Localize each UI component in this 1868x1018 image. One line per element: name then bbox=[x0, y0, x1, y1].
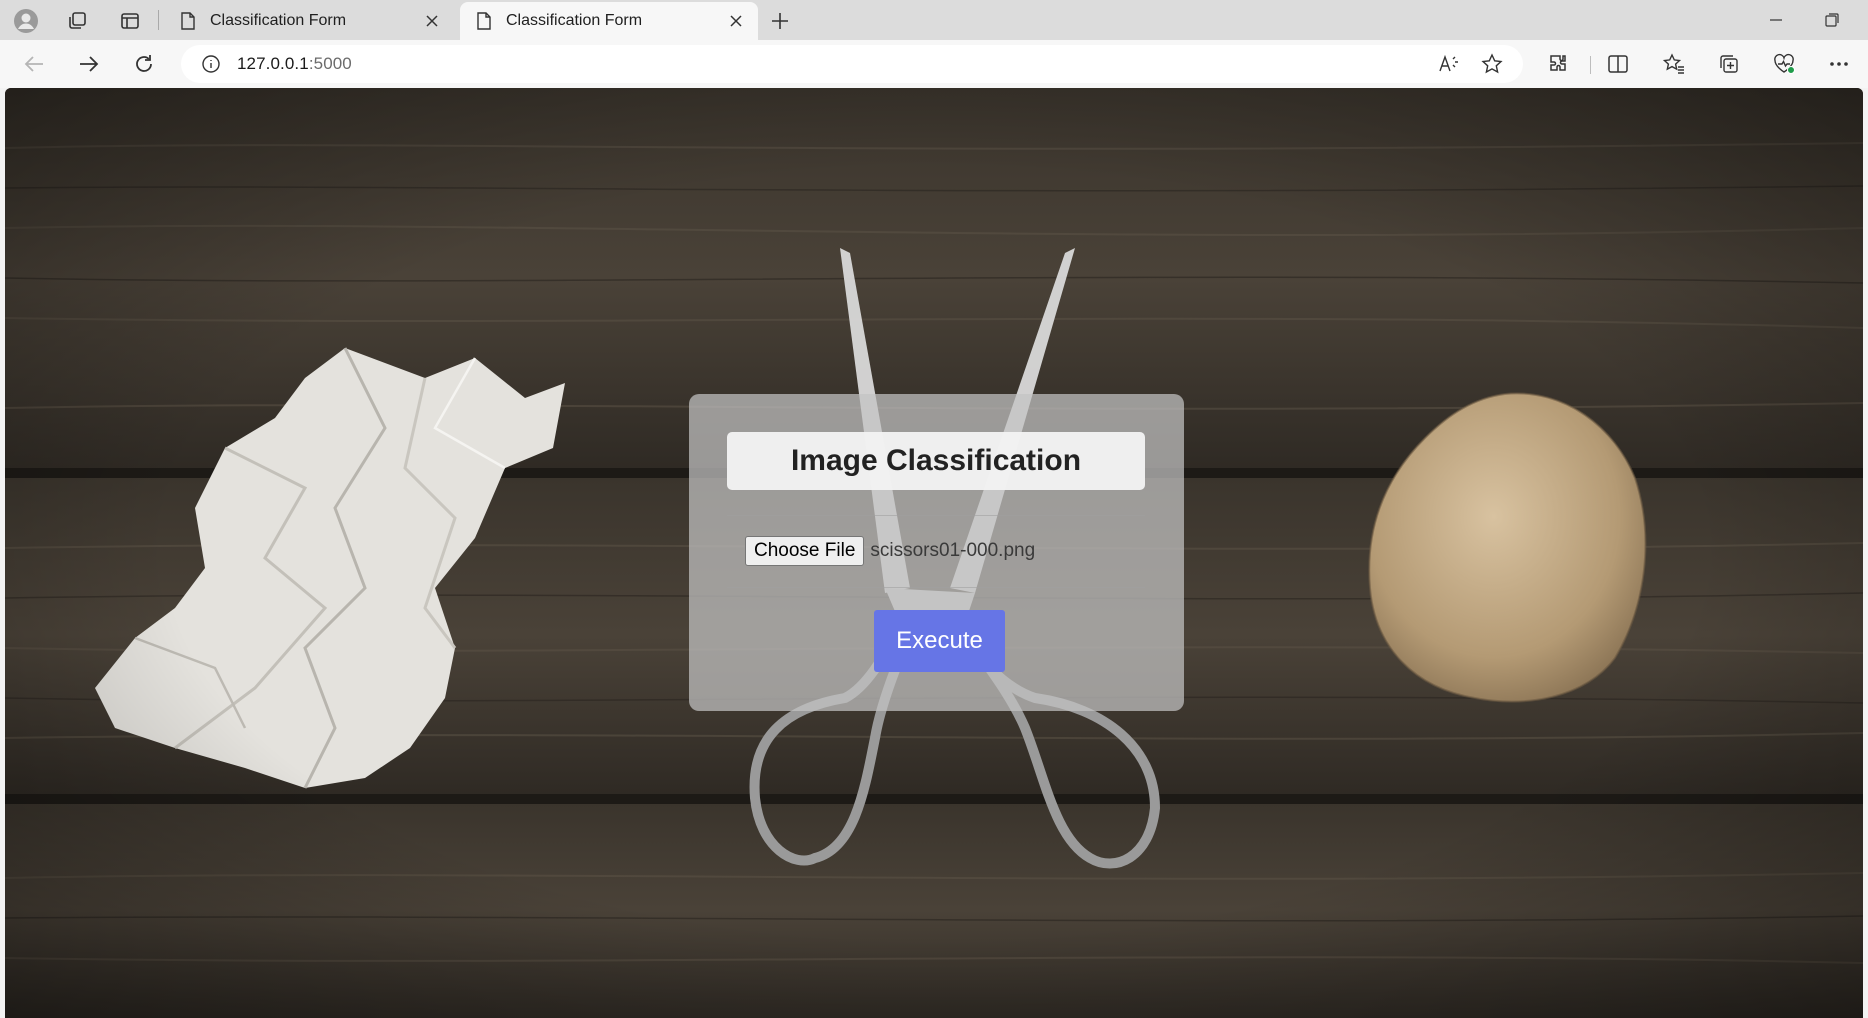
tab-classification-form-2[interactable]: Classification Form bbox=[460, 2, 758, 40]
tab-strip: Classification Form Classification Form bbox=[0, 0, 1868, 40]
url-port: :5000 bbox=[308, 54, 352, 73]
tab-classification-form-1[interactable]: Classification Form bbox=[164, 2, 454, 40]
minimize-icon[interactable] bbox=[1748, 0, 1804, 40]
forward-icon[interactable] bbox=[69, 46, 109, 82]
profile-icon[interactable] bbox=[6, 6, 46, 36]
close-icon[interactable] bbox=[724, 9, 748, 33]
page-icon bbox=[178, 11, 198, 31]
execute-button[interactable]: Execute bbox=[874, 610, 1005, 672]
new-tab-icon[interactable] bbox=[760, 6, 800, 36]
site-info-icon[interactable] bbox=[197, 50, 225, 78]
browser-essentials-icon[interactable] bbox=[1764, 46, 1804, 82]
classification-form-card: Image Classification Choose File scissor… bbox=[689, 394, 1184, 711]
toolbar-divider bbox=[1590, 56, 1591, 74]
tab-divider bbox=[158, 10, 159, 30]
back-icon[interactable] bbox=[14, 46, 54, 82]
selected-file-name: scissors01-000.png bbox=[870, 540, 1036, 561]
page-title: Image Classification bbox=[727, 432, 1145, 490]
read-aloud-icon[interactable] bbox=[1434, 50, 1464, 78]
url-host: 127.0.0.1 bbox=[237, 54, 309, 73]
tab-title: Classification Form bbox=[210, 12, 347, 29]
file-input[interactable]: Choose File scissors01-000.png bbox=[745, 536, 1035, 566]
split-screen-icon[interactable] bbox=[1598, 46, 1638, 82]
collections-icon[interactable] bbox=[1709, 46, 1749, 82]
workspaces-icon[interactable] bbox=[57, 6, 97, 36]
url-text: 127.0.0.1:5000 bbox=[237, 54, 352, 74]
divider bbox=[727, 515, 1145, 516]
tab-title: Classification Form bbox=[506, 12, 643, 29]
close-icon[interactable] bbox=[420, 9, 444, 33]
vertical-tabs-icon[interactable] bbox=[110, 6, 150, 36]
browser-toolbar: 127.0.0.1:5000 bbox=[0, 40, 1868, 88]
extensions-icon[interactable] bbox=[1538, 46, 1578, 82]
divider bbox=[727, 587, 1145, 588]
restore-icon[interactable] bbox=[1804, 0, 1860, 40]
favorites-icon[interactable] bbox=[1654, 46, 1694, 82]
page-icon bbox=[474, 11, 494, 31]
favorite-star-icon[interactable] bbox=[1477, 50, 1507, 78]
page-viewport: Image Classification Choose File scissor… bbox=[5, 88, 1863, 1018]
refresh-icon[interactable] bbox=[124, 46, 164, 82]
more-icon[interactable] bbox=[1819, 46, 1859, 82]
choose-file-button[interactable]: Choose File bbox=[745, 536, 865, 566]
address-bar[interactable]: 127.0.0.1:5000 bbox=[181, 45, 1523, 83]
